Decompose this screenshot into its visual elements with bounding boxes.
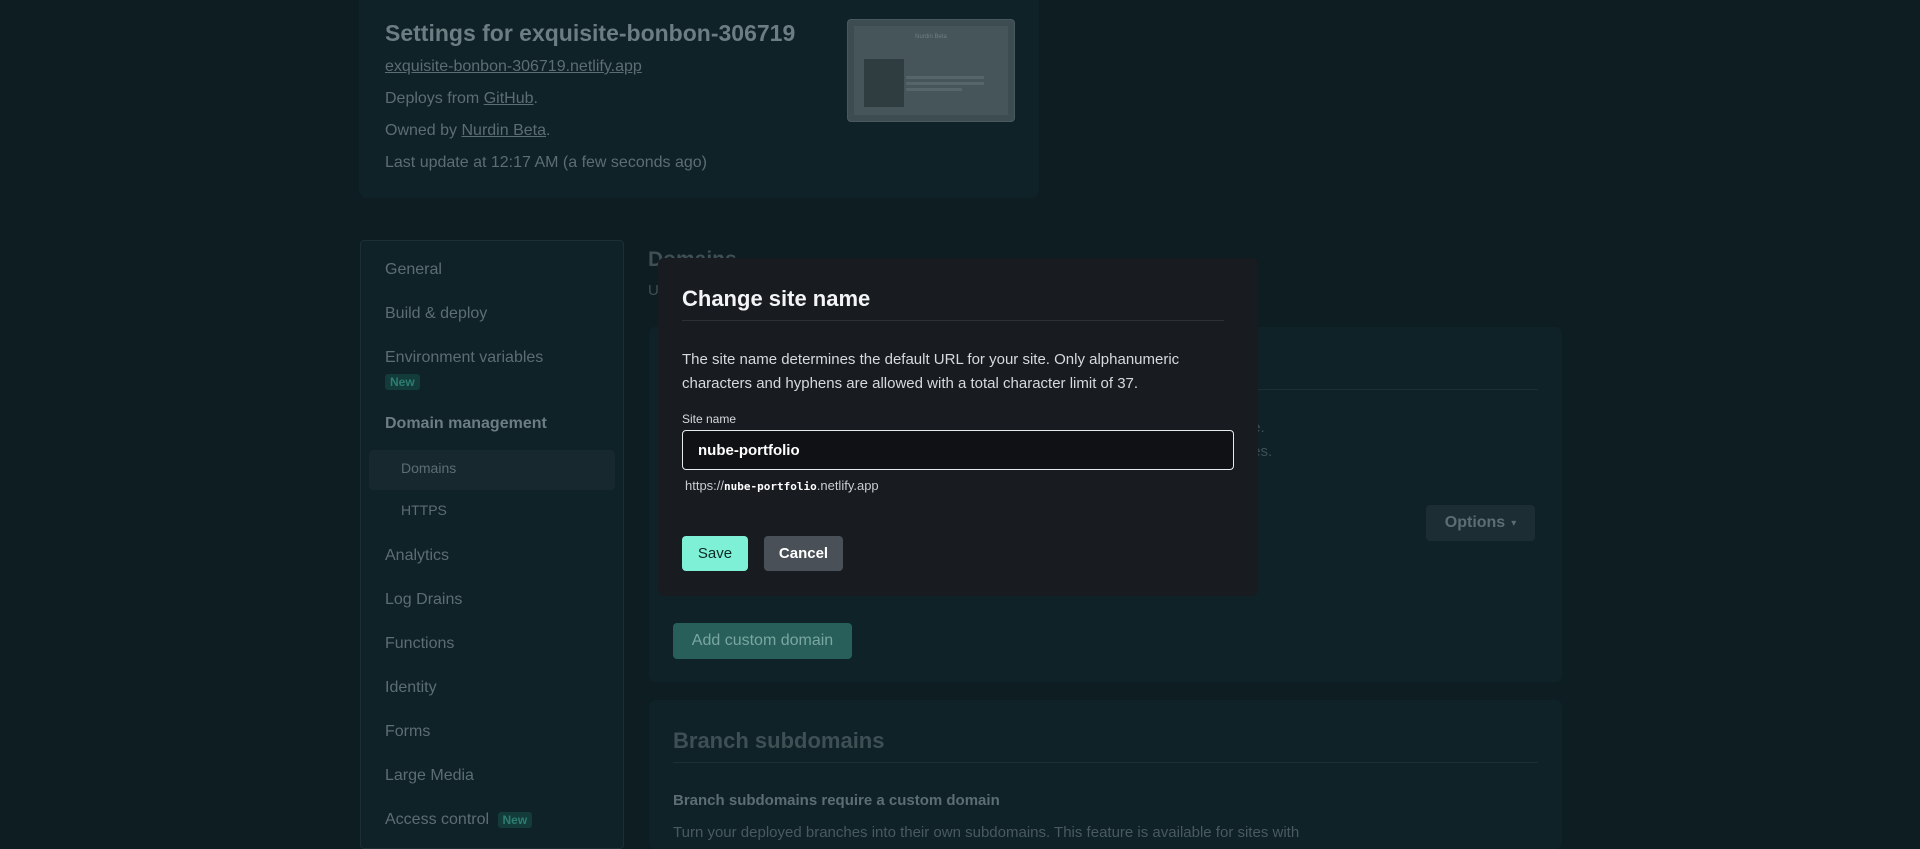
change-site-name-dialog: Change site name The site name determine…: [658, 258, 1258, 596]
sidebar-item-domains[interactable]: Domains: [401, 460, 456, 476]
last-update: Last update at 12:17 AM (a few seconds a…: [385, 154, 707, 171]
options-button[interactable]: Options ▾: [1426, 505, 1535, 541]
sidebar-item-access-control[interactable]: Access control New: [385, 811, 533, 829]
owner-link[interactable]: Nurdin Beta: [462, 122, 547, 139]
sidebar-item-analytics[interactable]: Analytics: [385, 547, 449, 565]
new-badge: New: [497, 812, 533, 828]
dialog-title: Change site name: [682, 286, 871, 311]
dialog-description: The site name determines the default URL…: [682, 351, 1180, 392]
save-button[interactable]: Save: [682, 536, 748, 571]
sidebar-item-domain-management[interactable]: Domain management: [385, 415, 547, 433]
site-name-label: Site name: [682, 412, 737, 426]
site-name-input[interactable]: [682, 430, 1234, 470]
site-overview-card: Settings for exquisite-bonbon-306719 exq…: [359, 0, 1039, 198]
sidebar-item-build-deploy[interactable]: Build & deploy: [385, 305, 487, 323]
owned-by: Owned by Nurdin Beta.: [385, 122, 551, 139]
page-title: Settings for exquisite-bonbon-306719: [385, 20, 796, 46]
chevron-down-icon: ▾: [1511, 517, 1517, 529]
sidebar-item-https[interactable]: HTTPS: [401, 502, 447, 518]
new-badge: New: [385, 374, 420, 390]
deploys-from: Deploys from GitHub.: [385, 90, 538, 107]
sidebar-item-large-media[interactable]: Large Media: [385, 767, 474, 785]
site-url-link[interactable]: exquisite-bonbon-306719.netlify.app: [385, 58, 642, 75]
cancel-button[interactable]: Cancel: [764, 536, 843, 571]
branch-subdomains-requirement: Branch subdomains require a custom domai…: [673, 792, 1000, 809]
thumb-image: [864, 59, 904, 107]
sidebar-item-environment-variables[interactable]: Environment variables: [385, 349, 543, 367]
sidebar-item-functions[interactable]: Functions: [385, 635, 454, 653]
branch-subdomains-title: Branch subdomains: [673, 728, 885, 753]
sidebar-item-forms[interactable]: Forms: [385, 723, 430, 741]
sidebar-item-general[interactable]: General: [385, 261, 442, 279]
settings-sidebar: General Build & deploy Environment varia…: [360, 240, 624, 849]
github-link[interactable]: GitHub: [484, 90, 534, 107]
branch-subdomains-text: Turn your deployed branches into their o…: [673, 824, 1300, 841]
dialog-divider: [682, 320, 1224, 321]
sidebar-item-log-drains[interactable]: Log Drains: [385, 591, 462, 609]
site-preview-thumbnail[interactable]: Nurdin Beta: [847, 19, 1015, 122]
branch-subdomains-panel: Branch subdomains Branch subdomains requ…: [649, 700, 1562, 849]
url-preview: https://nube-portfolio.netlify.app: [685, 478, 879, 493]
sidebar-item-identity[interactable]: Identity: [385, 679, 437, 697]
add-custom-domain-button[interactable]: Add custom domain: [673, 623, 852, 659]
thumb-heading: Nurdin Beta: [915, 34, 947, 40]
